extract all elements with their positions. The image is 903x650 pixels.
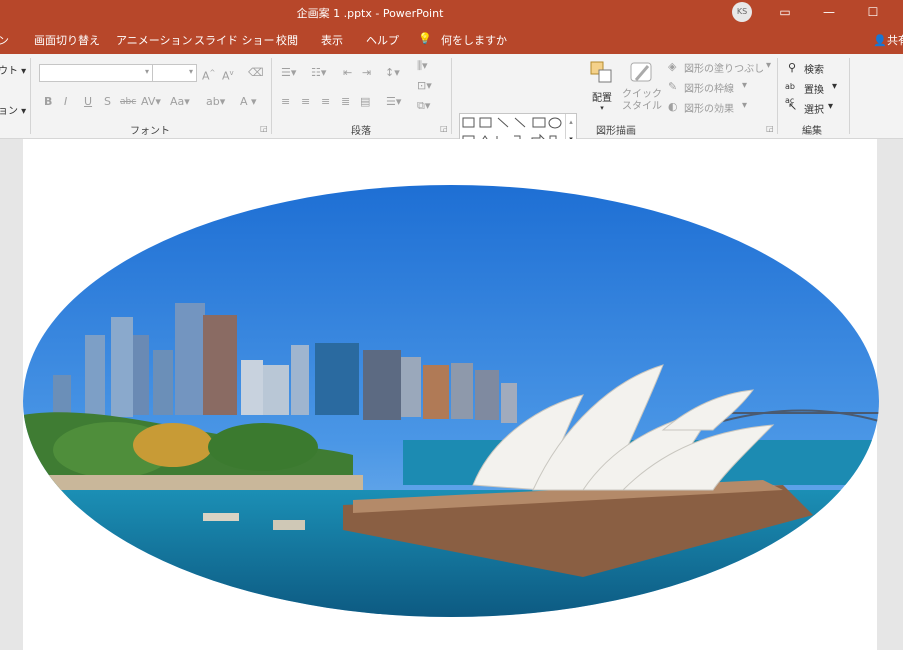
numbering-icon[interactable]: ☷▾ — [311, 66, 326, 80]
find-button[interactable]: 検索 — [804, 61, 824, 76]
section-button[interactable]: ョン ▾ — [0, 102, 26, 117]
justify-icon[interactable]: ≣ — [341, 95, 350, 109]
tab-review[interactable]: 校閲 — [276, 32, 298, 48]
highlight-icon[interactable]: ab▾ — [206, 95, 225, 109]
chevron-down-icon: ▾ — [742, 80, 748, 91]
chevron-down-icon: ▾ — [828, 101, 834, 112]
align-text-icon[interactable]: ⊡▾ — [417, 79, 432, 93]
text-direction-icon[interactable]: ⫼▾ — [417, 59, 428, 73]
clear-formatting-icon[interactable]: ⌫ — [248, 66, 264, 80]
replace-button[interactable]: 置換 — [804, 81, 824, 96]
quick-styles-button[interactable]: クイック スタイル — [622, 60, 662, 120]
distribute-icon[interactable]: ▤ — [360, 95, 370, 109]
shape-fill-button[interactable]: 図形の塗りつぶし — [684, 60, 764, 75]
chevron-down-icon: ▾ — [832, 81, 838, 92]
chevron-down-icon: ▾ — [766, 60, 772, 71]
editing-group-label: 編集 — [802, 126, 822, 137]
tab-slideshow[interactable]: スライド ショー — [194, 32, 275, 48]
italic-icon[interactable]: I — [64, 95, 67, 109]
quick-style-label-2: スタイル — [622, 101, 662, 112]
effects-icon: ◐ — [668, 100, 678, 113]
layout-button[interactable]: ウト ▾ — [0, 62, 26, 77]
arrange-label: 配置 — [592, 93, 612, 104]
share-label: 共有 — [887, 34, 903, 47]
bold-icon[interactable]: B — [44, 95, 52, 109]
underline-icon[interactable]: U — [84, 95, 92, 109]
lightbulb-icon: 💡 — [418, 32, 432, 45]
arrange-icon — [590, 61, 612, 83]
paint-bucket-icon: ◈ — [668, 60, 677, 73]
shape-outline-button[interactable]: 図形の枠線 — [684, 80, 734, 95]
separator — [849, 58, 850, 134]
chevron-down-icon: ▾ — [188, 67, 193, 76]
bullets-icon[interactable]: ☰▾ — [281, 66, 296, 80]
ribbon: ウト ▾ ョン ▾ ▾ ▾ A^ Av ⌫ B I U S abc AV▾ Aa… — [0, 54, 903, 167]
arrange-button[interactable]: 配置 ▾ — [587, 60, 617, 118]
font-color-icon[interactable]: A ▾ — [240, 95, 257, 109]
dialog-launcher-icon[interactable]: ◲ — [766, 124, 774, 133]
decrease-indent-icon[interactable]: ⇤ — [343, 66, 352, 80]
align-center-icon[interactable]: ≡ — [301, 95, 310, 109]
font-size-combo[interactable]: ▾ — [152, 64, 197, 82]
user-avatar[interactable]: KS — [732, 2, 752, 22]
quick-style-label-1: クイック — [622, 89, 662, 100]
window-title: 企画案 1 .pptx - PowerPoint — [296, 7, 444, 20]
chevron-down-icon: ▾ — [600, 104, 604, 112]
increase-font-icon[interactable]: A^ — [202, 66, 215, 84]
dialog-launcher-icon[interactable]: ◲ — [260, 124, 268, 133]
line-spacing-icon[interactable]: ↕▾ — [385, 66, 400, 80]
increase-indent-icon[interactable]: ⇥ — [362, 66, 371, 80]
tell-me-search[interactable]: 何をしますか — [441, 32, 507, 48]
cursor-icon: ↖ — [788, 100, 798, 113]
change-case-icon[interactable]: Aa▾ — [170, 95, 190, 109]
search-icon: ⚲ — [788, 61, 797, 74]
minimize-icon[interactable]: — — [807, 0, 851, 26]
smartart-icon[interactable]: ⧉▾ — [417, 99, 430, 113]
columns-icon[interactable]: ☰▾ — [386, 95, 401, 109]
shadow-icon[interactable]: S — [104, 95, 111, 109]
ribbon-display-options-icon[interactable]: ▭ — [763, 0, 807, 26]
decrease-font-icon[interactable]: Av — [222, 66, 234, 84]
ribbon-tabs: ン 画面切り替え アニメーション スライド ショー 校閲 表示 ヘルプ 💡 何を… — [0, 26, 903, 54]
pen-icon: ✎ — [668, 80, 678, 93]
shape-effects-button[interactable]: 図形の効果 — [684, 100, 734, 115]
font-group-label: フォント — [130, 126, 170, 137]
dialog-launcher-icon[interactable]: ◲ — [440, 124, 448, 133]
font-name-combo[interactable]: ▾ — [39, 64, 153, 82]
person-icon: 👤 — [873, 34, 887, 47]
share-button[interactable]: 👤共有 — [873, 32, 903, 48]
tab-animations[interactable]: アニメーション — [116, 32, 193, 48]
drawing-group-label: 図形描画 — [596, 126, 636, 137]
tab-help[interactable]: ヘルプ — [366, 32, 399, 48]
align-right-icon[interactable]: ≡ — [321, 95, 330, 109]
character-spacing-icon[interactable]: AV▾ — [141, 95, 161, 109]
select-button[interactable]: 選択 — [804, 101, 824, 116]
maximize-icon[interactable]: ☐ — [851, 0, 895, 26]
quick-style-icon — [630, 62, 652, 82]
chevron-down-icon: ▾ — [144, 67, 149, 76]
tab-design[interactable]: ン — [0, 32, 9, 48]
align-left-icon[interactable]: ≡ — [281, 95, 290, 109]
tab-transitions[interactable]: 画面切り替え — [34, 32, 100, 48]
paragraph-group-label: 段落 — [351, 126, 371, 137]
title-bar: 企画案 1 .pptx - PowerPoint KS ▭ — ☐ — [0, 0, 903, 26]
tab-view[interactable]: 表示 — [321, 32, 343, 48]
opera-house-photo[interactable] — [23, 185, 879, 617]
chevron-down-icon: ▾ — [742, 100, 748, 111]
strikethrough-icon[interactable]: abc — [120, 95, 136, 109]
